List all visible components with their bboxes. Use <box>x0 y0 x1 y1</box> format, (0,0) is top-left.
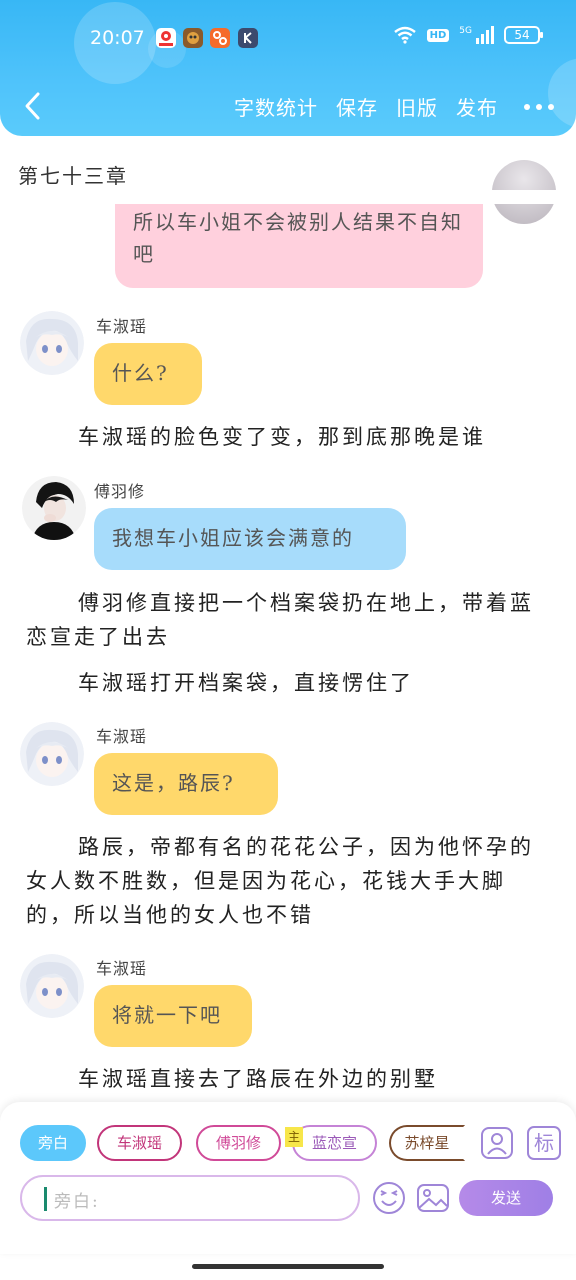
speaker-name: 车淑瑶 <box>96 959 148 978</box>
text-caret <box>44 1187 47 1211</box>
send-button[interactable]: 发送 <box>459 1180 553 1216</box>
character-manage-button[interactable] <box>480 1126 514 1160</box>
role-chip-fu-yuxiu[interactable]: 傅羽修 <box>196 1125 281 1161</box>
image-button[interactable] <box>415 1180 451 1216</box>
role-chip-narration[interactable]: 旁白 <box>20 1125 86 1161</box>
word-count-button[interactable]: 字数统计 <box>234 92 318 121</box>
clip-mask <box>0 190 576 204</box>
speaker-name: 车淑瑶 <box>96 317 148 336</box>
publish-button[interactable]: 发布 <box>456 92 498 121</box>
smile-icon <box>373 1182 405 1214</box>
narration-paragraph[interactable]: 傅羽修直接把一个档案袋扔在地上，带着蓝恋宣走了出去 <box>26 586 546 654</box>
chapter-title[interactable]: 第七十三章 <box>18 160 128 189</box>
main-role-badge: 主 <box>285 1127 303 1147</box>
avatar-che-shuyao[interactable] <box>20 311 84 375</box>
speaker-name: 车淑瑶 <box>96 727 148 746</box>
save-button[interactable]: 保存 <box>336 92 378 121</box>
narration-paragraph[interactable]: 车淑瑶打开档案袋，直接愣住了 <box>26 666 546 700</box>
role-chip-che-shuyao[interactable]: 车淑瑶 <box>97 1125 182 1161</box>
speaker-name: 傅羽修 <box>94 482 146 501</box>
more-dots-icon[interactable] <box>524 103 554 110</box>
emoji-button[interactable] <box>371 1180 407 1216</box>
network-type: 5G <box>459 26 472 36</box>
wifi-icon <box>393 26 416 44</box>
message-bubble-pink[interactable]: 所以车小姐不会被别人结果不自知吧 <box>115 200 483 288</box>
header-actions: 字数统计 保存 旧版 发布 <box>234 92 554 121</box>
map-app-icon <box>156 28 176 48</box>
status-time: 20:07 <box>90 27 145 49</box>
battery-icon: 54 <box>504 26 543 44</box>
home-indicator[interactable] <box>192 1264 384 1269</box>
image-icon <box>417 1184 449 1212</box>
message-bubble-blue[interactable]: 我想车小姐应该会满意的 <box>94 508 406 570</box>
narration-paragraph[interactable]: 车淑瑶直接去了路辰在外边的别墅 <box>26 1062 546 1096</box>
hd-badge: HD <box>426 28 450 42</box>
narration-paragraph[interactable]: 路辰，帝都有名的花花公子，因为他怀孕的女人数不胜数，但是因为花心，花钱大手大脚的… <box>26 830 546 932</box>
message-bubble-yellow[interactable]: 什么? <box>94 343 202 405</box>
back-button[interactable] <box>18 88 48 124</box>
status-indicators: HD 5G 54 <box>393 26 543 44</box>
narration-paragraph[interactable]: 车淑瑶的脸色变了变，那到底那晚是谁 <box>26 420 546 454</box>
role-chip-su-zixing[interactable]: 苏梓星 <box>389 1125 465 1161</box>
user-card-icon <box>481 1127 513 1159</box>
avatar-che-shuyao[interactable] <box>20 722 84 786</box>
shopping-app-icon <box>210 28 230 48</box>
message-bubble-yellow[interactable]: 这是，路辰? <box>94 753 278 815</box>
k-app-icon <box>238 28 258 48</box>
top-app-bar: 20:07 HD 5G 54 字数统计 保存 旧版 发布 <box>0 0 576 136</box>
signal-icon <box>476 26 494 44</box>
avatar-che-shuyao[interactable] <box>20 954 84 1018</box>
avatar-fu-yuxiu[interactable] <box>22 476 86 540</box>
old-version-button[interactable]: 旧版 <box>396 92 438 121</box>
message-bubble-yellow[interactable]: 将就一下吧 <box>94 985 252 1047</box>
game-app-icon <box>183 28 203 48</box>
input-placeholder: 旁白: <box>54 1192 100 1212</box>
mark-button[interactable]: 标 <box>527 1126 561 1160</box>
editor-screen: 20:07 HD 5G 54 字数统计 保存 旧版 发布 第七十三章 所以车小姐… <box>0 0 576 1280</box>
message-input[interactable]: 旁白: <box>20 1175 360 1221</box>
chevron-left-icon <box>25 92 40 120</box>
role-chip-lan-lianxuan[interactable]: 蓝恋宣 <box>292 1125 377 1161</box>
